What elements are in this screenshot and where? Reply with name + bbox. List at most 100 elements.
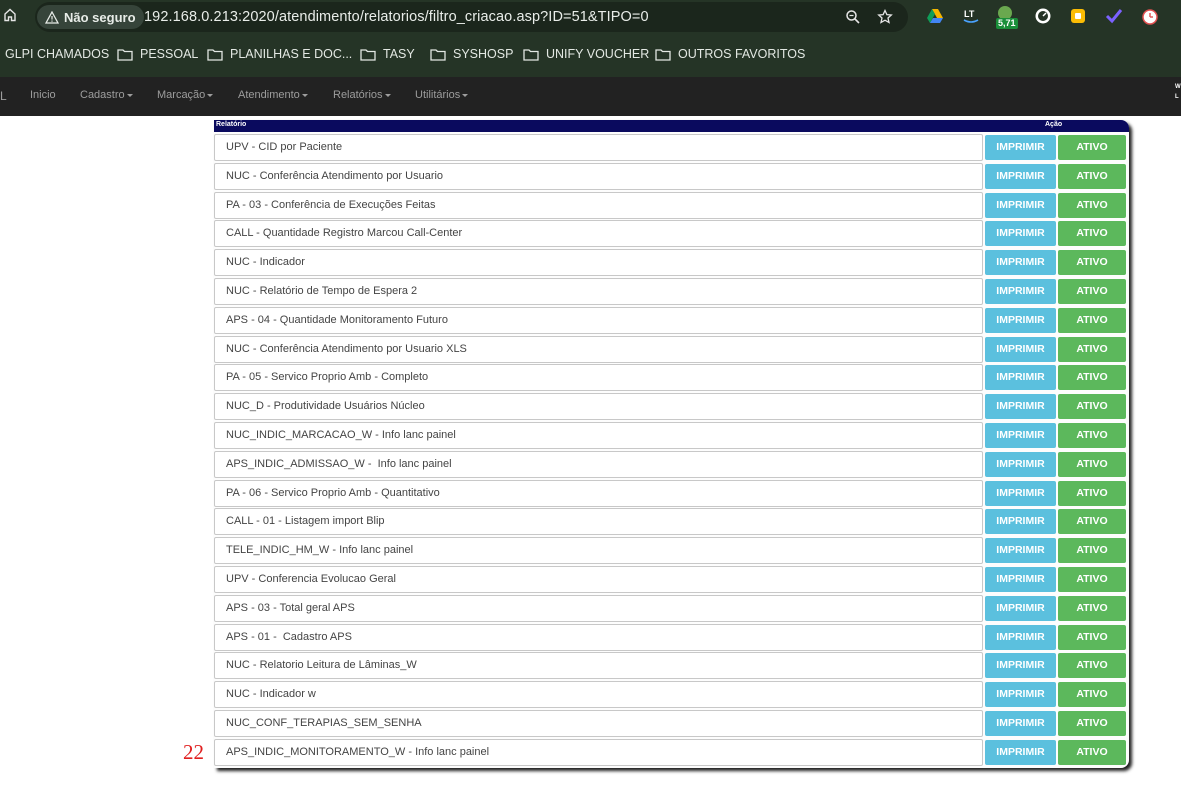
- report-name: NUC - Relatorio Leitura de Lâminas_W: [226, 659, 417, 672]
- report-name-cell: NUC - Relatório de Tempo de Espera 2: [214, 278, 983, 305]
- active-button[interactable]: ATIVO: [1058, 221, 1126, 247]
- active-button[interactable]: ATIVO: [1058, 336, 1126, 362]
- bookmark-folder-unify-voucher[interactable]: UNIFY VOUCHER: [523, 47, 649, 61]
- report-name: NUC - Relatório de Tempo de Espera 2: [226, 285, 418, 297]
- print-button[interactable]: IMPRIMIR: [985, 451, 1056, 477]
- active-button[interactable]: ATIVO: [1058, 624, 1126, 650]
- print-button[interactable]: IMPRIMIR: [985, 163, 1056, 189]
- report-table: Relatório Ação UPV - CID por Paciente IMP…: [214, 120, 1129, 768]
- report-name: TELE_INDIC_HM_W - Info lanc painel: [226, 544, 414, 557]
- print-button[interactable]: IMPRIMIR: [985, 250, 1056, 276]
- print-button[interactable]: IMPRIMIR: [985, 567, 1056, 592]
- active-button[interactable]: ATIVO: [1058, 250, 1126, 276]
- google-drive-icon[interactable]: [926, 7, 944, 25]
- security-chip[interactable]: Não seguro: [37, 5, 144, 29]
- active-button[interactable]: ATIVO: [1058, 394, 1126, 420]
- report-name-cell: APS_INDIC_MONITORAMENTO_W - Info lanc pa…: [214, 738, 983, 766]
- print-button[interactable]: IMPRIMIR: [985, 279, 1056, 304]
- nav-atendimento[interactable]: Atendimento: [238, 89, 308, 101]
- bookmark-glpi-chamados[interactable]: GLPI CHAMADOS: [5, 47, 109, 61]
- report-name: PA - 03 - Conferência de Execuções Feita…: [226, 198, 436, 211]
- table-row: CALL - 01 - Listagem import Blip IMPRIMIR…: [214, 507, 1129, 536]
- active-button[interactable]: ATIVO: [1058, 135, 1126, 160]
- table-row: NUC - Conferência Atendimento por Usuari…: [214, 162, 1129, 191]
- print-button[interactable]: IMPRIMIR: [985, 480, 1056, 506]
- active-button[interactable]: ATIVO: [1058, 423, 1126, 448]
- print-button[interactable]: IMPRIMIR: [985, 595, 1056, 621]
- bookmarks-bar: GLPI CHAMADOS PESSOAL PLANILHAS E DOC...…: [0, 36, 1181, 74]
- print-button[interactable]: IMPRIMIR: [985, 509, 1056, 535]
- bookmark-folder-pessoal[interactable]: PESSOAL: [117, 47, 198, 61]
- report-name-cell: NUC_D - Produtividade Usuários Núcleo: [214, 393, 983, 421]
- url-text[interactable]: 192.168.0.213:2020/atendimento/relatorio…: [144, 9, 649, 25]
- folder-icon: [207, 48, 223, 61]
- active-button[interactable]: ATIVO: [1058, 595, 1126, 621]
- active-button[interactable]: ATIVO: [1058, 682, 1126, 708]
- active-button[interactable]: ATIVO: [1058, 451, 1126, 477]
- nav-utilitarios[interactable]: Utilitários: [415, 89, 469, 101]
- bookmark-folder-syshosp[interactable]: SYSHOSP: [430, 47, 513, 61]
- notes-extension-icon[interactable]: [1069, 7, 1087, 25]
- active-button[interactable]: ATIVO: [1058, 711, 1126, 736]
- table-row: NUC - Relatorio Leitura de Lâminas_W IMPR…: [214, 651, 1129, 680]
- report-name-cell: NUC - Indicador: [214, 249, 983, 277]
- bookmark-folder-outros-favoritos[interactable]: OUTROS FAVORITOS: [655, 47, 805, 61]
- nav-cadastro[interactable]: Cadastro: [80, 89, 133, 101]
- nav-inicio[interactable]: Inicio: [30, 89, 56, 101]
- print-button[interactable]: IMPRIMIR: [985, 135, 1056, 160]
- report-name: NUC - Conferência Atendimento por Usuari…: [226, 169, 444, 182]
- print-button[interactable]: IMPRIMIR: [985, 653, 1056, 679]
- active-button[interactable]: ATIVO: [1058, 192, 1126, 218]
- nav-label: Utilitários: [415, 89, 461, 101]
- print-button[interactable]: IMPRIMIR: [985, 624, 1056, 650]
- active-button[interactable]: ATIVO: [1058, 509, 1126, 535]
- report-name-cell: NUC - Relatorio Leitura de Lâminas_W: [214, 652, 983, 680]
- active-button[interactable]: ATIVO: [1058, 365, 1126, 391]
- table-row: PA - 05 - Servico Proprio Amb - Completo…: [214, 363, 1129, 392]
- address-bar[interactable]: Não seguro 192.168.0.213:2020/atendiment…: [35, 2, 908, 32]
- print-button[interactable]: IMPRIMIR: [985, 538, 1056, 564]
- active-button[interactable]: ATIVO: [1058, 538, 1126, 564]
- security-label: Não seguro: [64, 9, 136, 25]
- print-button[interactable]: IMPRIMIR: [985, 739, 1056, 765]
- active-button[interactable]: ATIVO: [1058, 739, 1126, 765]
- clock-extension-icon[interactable]: [1141, 7, 1159, 25]
- active-button[interactable]: ATIVO: [1058, 279, 1126, 304]
- print-button[interactable]: IMPRIMIR: [985, 307, 1056, 333]
- active-button[interactable]: ATIVO: [1058, 480, 1126, 506]
- browser-toolbar: Não seguro 192.168.0.213:2020/atendiment…: [0, 0, 1181, 36]
- zoom-icon[interactable]: [845, 9, 861, 25]
- active-button[interactable]: ATIVO: [1058, 567, 1126, 592]
- active-button[interactable]: ATIVO: [1058, 163, 1126, 189]
- lt-extension-icon[interactable]: LT: [962, 7, 980, 25]
- report-name-cell: APS - 03 - Total geral APS: [214, 594, 983, 622]
- nav-label: Inicio: [30, 89, 56, 101]
- print-button[interactable]: IMPRIMIR: [985, 682, 1056, 708]
- brand-fragment[interactable]: L: [0, 89, 7, 103]
- table-row: APS - 04 - Quantidade Monitoramento Futu…: [214, 306, 1129, 335]
- report-name-cell: PA - 06 - Servico Proprio Amb - Quantita…: [214, 479, 983, 507]
- active-button[interactable]: ATIVO: [1058, 307, 1126, 333]
- bookmark-folder-tasy[interactable]: TASY: [360, 47, 415, 61]
- print-button[interactable]: IMPRIMIR: [985, 423, 1056, 448]
- report-name-cell: UPV - Conferencia Evolucao Geral: [214, 566, 983, 593]
- print-button[interactable]: IMPRIMIR: [985, 711, 1056, 736]
- speedometer-icon[interactable]: [1034, 7, 1052, 25]
- report-name-cell: PA - 03 - Conferência de Execuções Feita…: [214, 191, 983, 219]
- active-button[interactable]: ATIVO: [1058, 653, 1126, 679]
- header-action: Ação: [1045, 121, 1063, 128]
- bookmark-star-icon[interactable]: [877, 9, 893, 25]
- nav-marcacao[interactable]: Marcação: [157, 89, 214, 101]
- bookmark-folder-planilhas[interactable]: PLANILHAS E DOC...: [207, 47, 352, 61]
- print-button[interactable]: IMPRIMIR: [985, 365, 1056, 391]
- nav-relatorios[interactable]: Relatórios: [333, 89, 391, 101]
- home-icon[interactable]: [3, 8, 17, 22]
- print-button[interactable]: IMPRIMIR: [985, 221, 1056, 247]
- folder-icon: [360, 48, 376, 61]
- print-button[interactable]: IMPRIMIR: [985, 192, 1056, 218]
- print-button[interactable]: IMPRIMIR: [985, 336, 1056, 362]
- extension-badge: 5,71: [996, 18, 1018, 29]
- report-name: NUC_CONF_TERAPIAS_SEM_SENHA: [226, 717, 422, 729]
- print-button[interactable]: IMPRIMIR: [985, 394, 1056, 420]
- checkmark-extension-icon[interactable]: [1105, 7, 1123, 25]
